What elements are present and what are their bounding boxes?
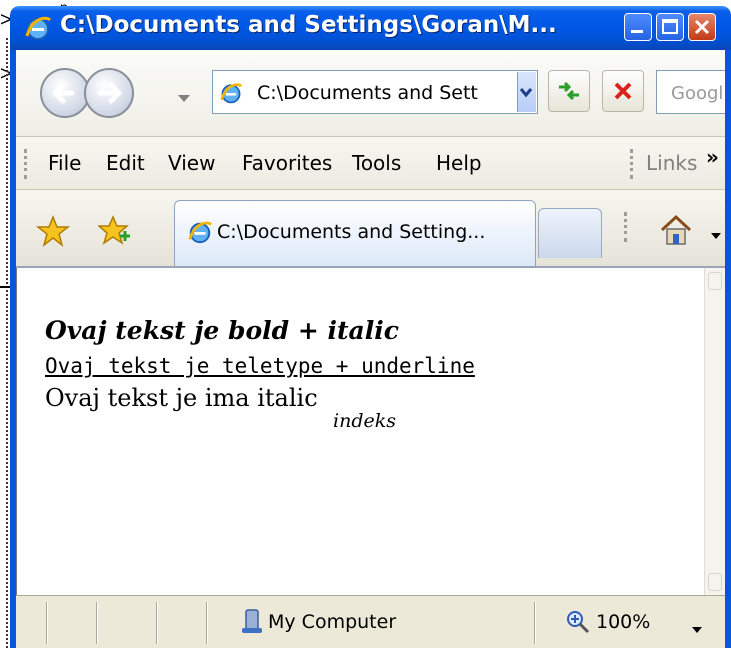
status-pane xyxy=(534,602,536,644)
favorites-star-icon[interactable] xyxy=(35,214,71,252)
search-input[interactable]: Googl xyxy=(656,70,725,114)
home-dropdown-icon[interactable] xyxy=(711,226,721,245)
menu-help[interactable]: Help xyxy=(436,151,482,175)
forward-button[interactable] xyxy=(84,68,134,118)
search-placeholder: Googl xyxy=(671,83,724,104)
back-arrow-icon xyxy=(52,82,75,104)
menu-view[interactable]: View xyxy=(168,151,215,175)
status-bar: My Computer 100% xyxy=(16,595,725,648)
my-computer-icon xyxy=(240,608,264,640)
zoom-icon[interactable] xyxy=(566,610,590,638)
command-bar-grip[interactable] xyxy=(624,212,627,242)
menu-file[interactable]: File xyxy=(48,151,81,175)
stop-icon xyxy=(614,82,632,100)
add-favorites-icon[interactable] xyxy=(97,214,132,252)
scroll-up-button[interactable] xyxy=(708,272,722,290)
ie-icon xyxy=(24,14,52,46)
window-frame-right xyxy=(725,50,731,648)
zoom-dropdown-icon[interactable] xyxy=(692,620,702,639)
scroll-down-button[interactable] xyxy=(708,573,722,591)
close-button[interactable] xyxy=(688,13,716,41)
address-bar[interactable]: C:\Documents and Sett xyxy=(212,70,538,114)
italic-text: Ovaj tekst je ima italic xyxy=(45,384,318,412)
menu-tools[interactable]: Tools xyxy=(352,151,401,175)
page-content: Ovaj tekst je bold + italic Ovaj tekst j… xyxy=(16,268,705,595)
chevron-down-icon xyxy=(519,88,533,98)
subscript-text: indeks xyxy=(333,410,396,432)
vertical-scrollbar[interactable] xyxy=(704,268,725,595)
menu-edit[interactable]: Edit xyxy=(106,151,145,175)
history-dropdown-icon[interactable] xyxy=(178,88,190,107)
annotation-dotted-line xyxy=(6,38,8,648)
stop-button[interactable] xyxy=(602,70,644,112)
refresh-button[interactable] xyxy=(548,70,590,112)
toolbar-grip[interactable] xyxy=(24,149,27,179)
tab-active[interactable]: C:\Documents and Setting... xyxy=(174,200,536,266)
browser-window: C:\Documents and Settings\Goran\M... C:\… xyxy=(10,6,731,648)
menu-favorites[interactable]: Favorites xyxy=(242,151,332,175)
ie-icon xyxy=(187,219,213,249)
back-button[interactable] xyxy=(40,68,90,118)
zoom-level[interactable]: 100% xyxy=(596,611,650,633)
ie-icon xyxy=(219,81,243,109)
window-title: C:\Documents and Settings\Goran\M... xyxy=(60,12,557,38)
security-zone: My Computer xyxy=(268,611,397,633)
links-overflow-chevron[interactable]: » xyxy=(706,145,719,169)
address-text: C:\Documents and Sett xyxy=(257,82,478,104)
forward-arrow-icon xyxy=(97,82,122,104)
minimize-button[interactable] xyxy=(624,13,652,41)
title-bar[interactable]: C:\Documents and Settings\Goran\M... xyxy=(10,6,731,50)
status-pane xyxy=(206,602,208,644)
address-dropdown-button[interactable] xyxy=(517,72,536,112)
navigation-bar: C:\Documents and Sett Googl xyxy=(16,50,725,137)
teletype-underline-text: Ovaj tekst je teletype + underline xyxy=(45,354,475,378)
links-toolbar-label[interactable]: Links xyxy=(646,151,697,175)
refresh-icon xyxy=(559,81,579,101)
tab-bar: C:\Documents and Setting... xyxy=(16,190,725,268)
new-tab-button[interactable] xyxy=(538,208,602,258)
links-grip[interactable] xyxy=(630,149,633,179)
status-pane xyxy=(96,602,98,644)
home-icon[interactable] xyxy=(656,210,696,254)
maximize-button[interactable] xyxy=(656,13,684,41)
tab-title: C:\Documents and Setting... xyxy=(217,221,486,243)
status-pane xyxy=(46,602,48,644)
menu-bar: File Edit View Favorites Tools Help Link… xyxy=(16,137,725,190)
status-pane xyxy=(156,602,158,644)
bold-italic-text: Ovaj tekst je bold + italic xyxy=(45,316,399,345)
